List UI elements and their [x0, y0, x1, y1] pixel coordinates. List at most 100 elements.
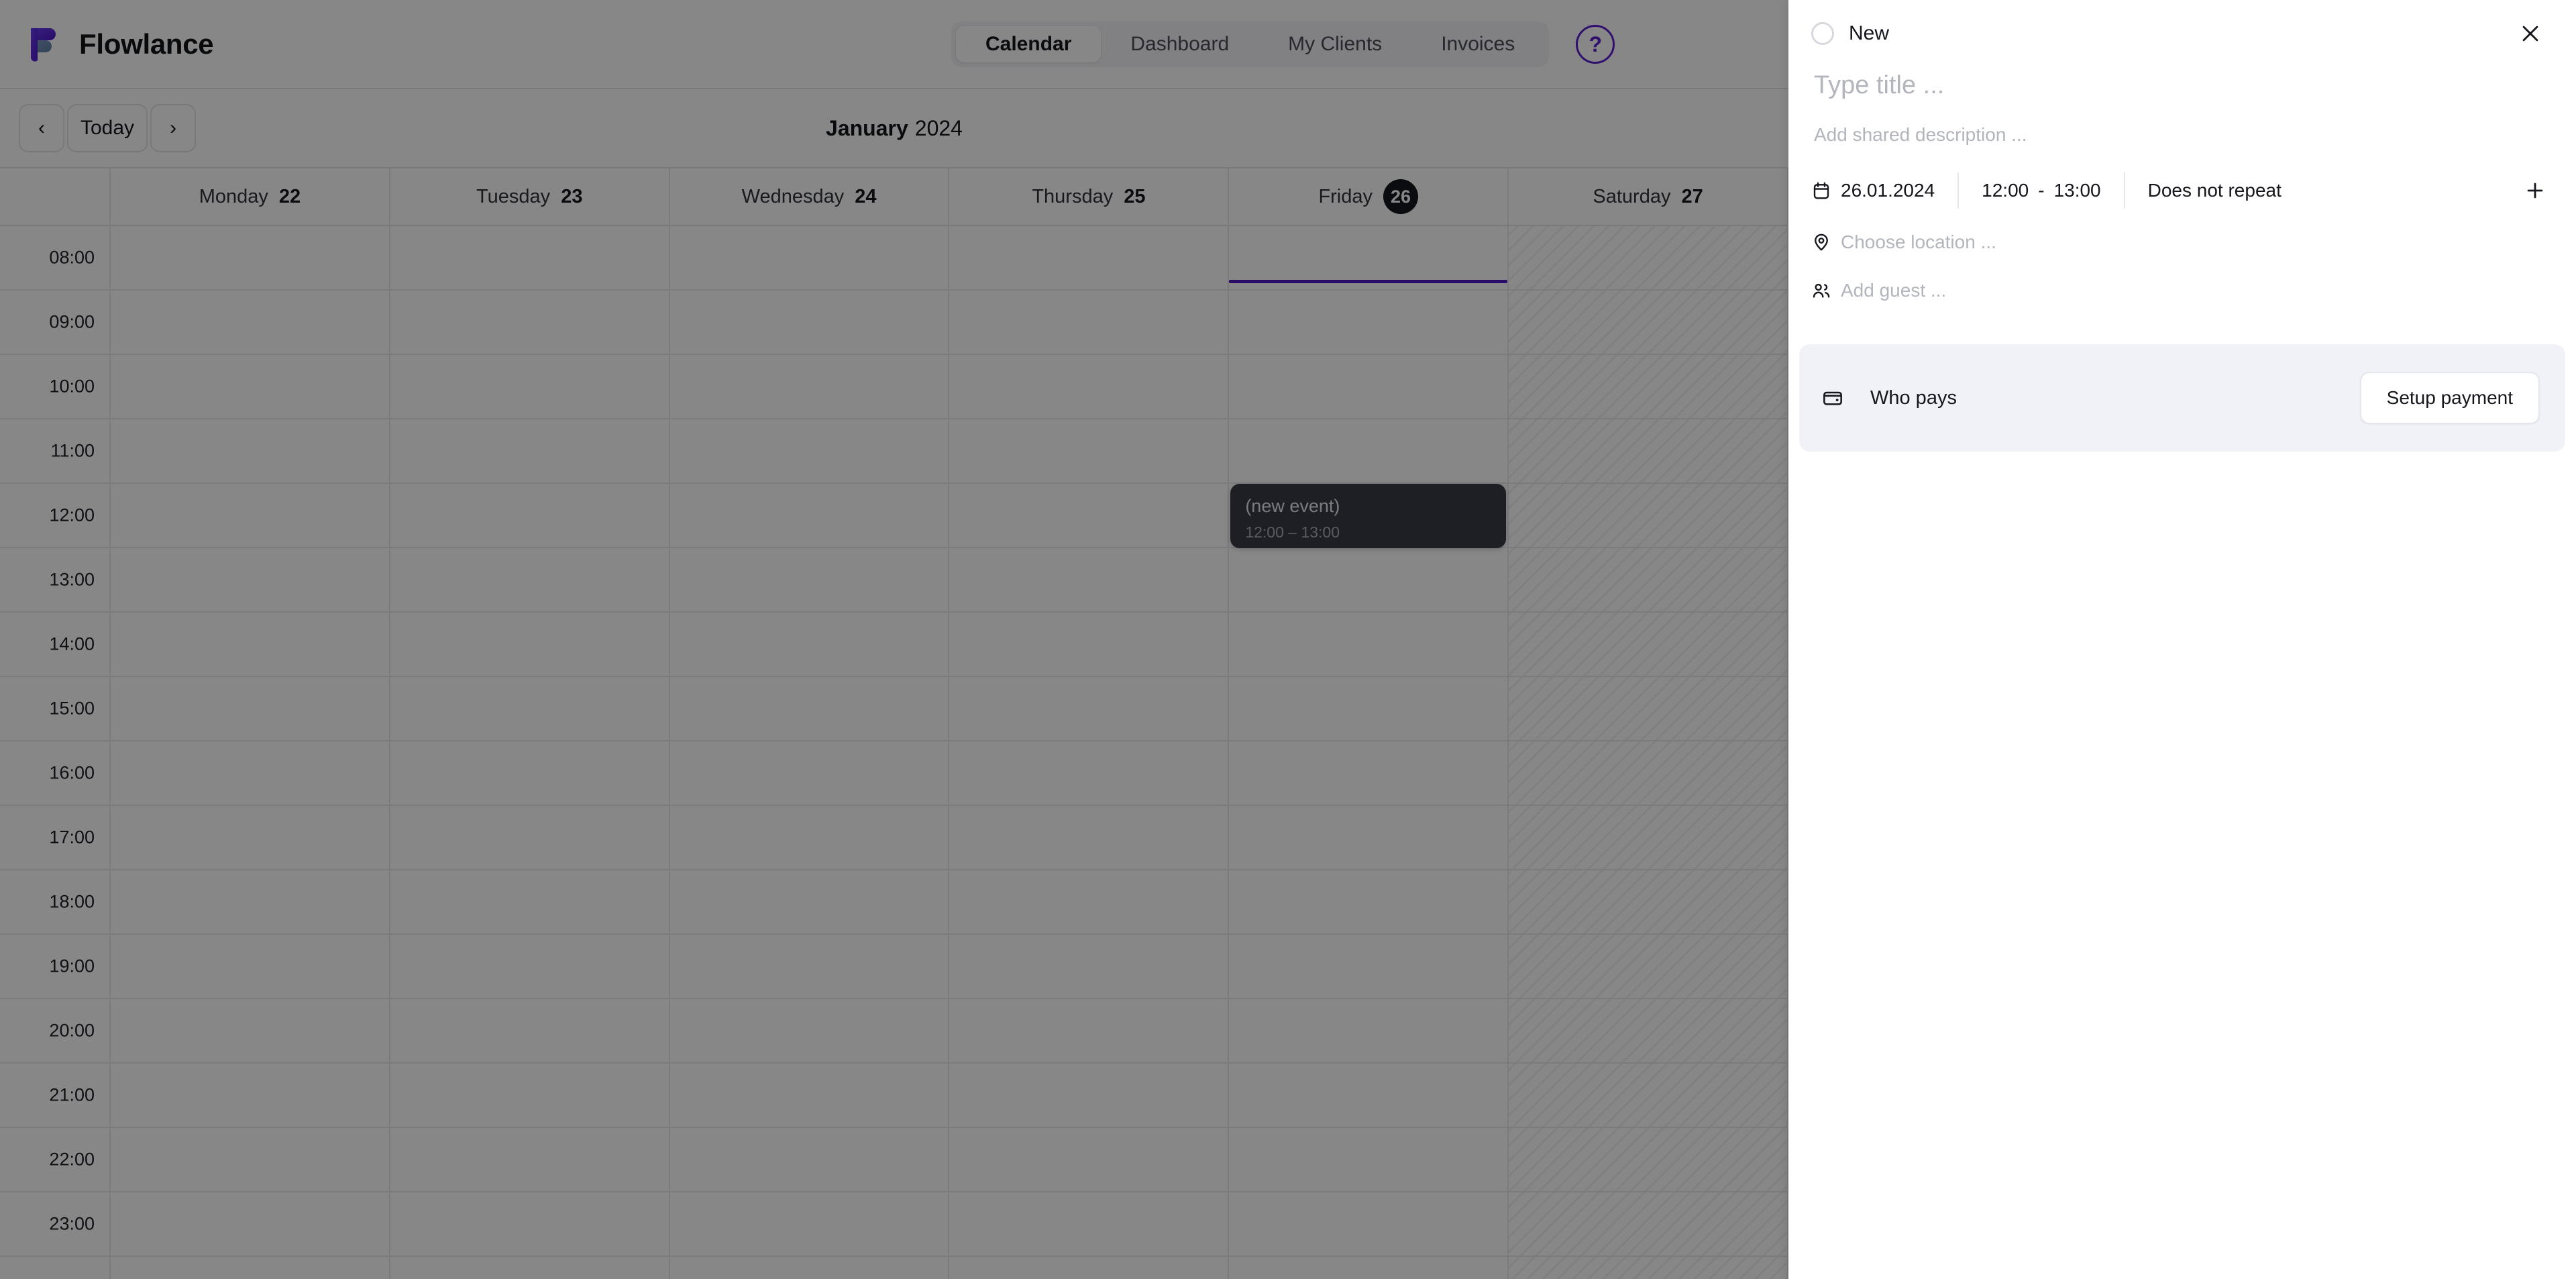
hour-slot[interactable]: [390, 419, 669, 484]
hour-slot[interactable]: [390, 1128, 669, 1192]
hour-slot[interactable]: [390, 999, 669, 1064]
hour-slot[interactable]: [949, 613, 1228, 677]
day-column-saturday[interactable]: [1509, 226, 1788, 1279]
day-column-friday[interactable]: (new event) 12:00 – 13:00: [1229, 226, 1509, 1279]
hour-slot[interactable]: [1229, 1128, 1508, 1192]
hour-slot[interactable]: [390, 870, 669, 935]
event-location-row[interactable]: Choose location ...: [1811, 218, 2553, 266]
hour-slot[interactable]: [390, 355, 669, 419]
hour-slot[interactable]: [669, 870, 949, 935]
hour-slot[interactable]: [669, 677, 949, 741]
tab-invoices[interactable]: Invoices: [1411, 26, 1544, 62]
hour-slot[interactable]: [1509, 677, 1787, 741]
hour-slot[interactable]: [111, 1064, 389, 1128]
hour-slot[interactable]: [111, 291, 389, 355]
hour-slot[interactable]: [949, 741, 1228, 806]
hour-slot[interactable]: [949, 999, 1228, 1064]
hour-slot[interactable]: [669, 1128, 949, 1192]
hour-slot[interactable]: [111, 935, 389, 999]
hour-slot[interactable]: [669, 419, 949, 484]
hour-slot[interactable]: [949, 935, 1228, 999]
hour-slot[interactable]: [1229, 548, 1508, 613]
hour-slot[interactable]: [669, 484, 949, 548]
hour-slot[interactable]: [1229, 355, 1508, 419]
hour-slot[interactable]: [390, 226, 669, 291]
hour-slot[interactable]: [949, 484, 1228, 548]
event-repeat-field[interactable]: Does not repeat: [2148, 176, 2282, 205]
hour-slot[interactable]: [949, 419, 1228, 484]
hour-slot[interactable]: [669, 935, 949, 999]
location-placeholder[interactable]: Choose location ...: [1841, 232, 1996, 253]
hour-slot[interactable]: [949, 806, 1228, 870]
event-time-field[interactable]: 12:00 - 13:00: [1982, 176, 2100, 205]
day-header-thursday[interactable]: Thursday 25: [949, 168, 1230, 225]
hour-slot[interactable]: [1509, 1192, 1787, 1257]
hour-slot[interactable]: [1229, 1192, 1508, 1257]
hour-slot[interactable]: [1229, 935, 1508, 999]
prev-week-button[interactable]: ‹: [19, 104, 64, 152]
help-icon[interactable]: ?: [1576, 25, 1615, 64]
hour-slot[interactable]: [1509, 355, 1787, 419]
hour-slot[interactable]: [1509, 1064, 1787, 1128]
tab-dashboard[interactable]: Dashboard: [1101, 26, 1258, 62]
hour-slot[interactable]: [390, 677, 669, 741]
hour-slot[interactable]: [390, 741, 669, 806]
hour-slot[interactable]: [1509, 226, 1787, 291]
plus-icon[interactable]: [2517, 172, 2553, 209]
hour-slot[interactable]: [111, 999, 389, 1064]
hour-slot[interactable]: [390, 1192, 669, 1257]
hour-slot[interactable]: [390, 291, 669, 355]
hour-slot[interactable]: [111, 870, 389, 935]
event-date-field[interactable]: 26.01.2024: [1841, 176, 1935, 205]
hour-slot[interactable]: [949, 1128, 1228, 1192]
close-icon[interactable]: [2513, 16, 2548, 51]
day-header-saturday[interactable]: Saturday 27: [1509, 168, 1788, 225]
day-column-thursday[interactable]: [949, 226, 1230, 1279]
hour-slot[interactable]: [1229, 291, 1508, 355]
hour-slot[interactable]: [1229, 613, 1508, 677]
hour-slot[interactable]: [669, 613, 949, 677]
hour-slot[interactable]: [1509, 1128, 1787, 1192]
hour-slot[interactable]: [949, 1192, 1228, 1257]
day-header-wednesday[interactable]: Wednesday 24: [670, 168, 950, 225]
hour-slot[interactable]: [669, 1192, 949, 1257]
hour-slot[interactable]: [1229, 741, 1508, 806]
hour-slot[interactable]: [111, 613, 389, 677]
hour-slot[interactable]: [949, 226, 1228, 291]
hour-slot[interactable]: [390, 613, 669, 677]
hour-slot[interactable]: [1229, 806, 1508, 870]
hour-slot[interactable]: [1509, 548, 1787, 613]
hour-slot[interactable]: [1509, 419, 1787, 484]
hour-slot[interactable]: [1509, 870, 1787, 935]
hour-slot[interactable]: [949, 548, 1228, 613]
hour-slot[interactable]: [111, 677, 389, 741]
hour-slot[interactable]: [1229, 999, 1508, 1064]
day-column-tuesday[interactable]: [390, 226, 670, 1279]
guest-placeholder[interactable]: Add guest ...: [1841, 280, 1946, 301]
hour-slot[interactable]: [1229, 419, 1508, 484]
hour-slot[interactable]: [669, 1064, 949, 1128]
tab-calendar[interactable]: Calendar: [956, 26, 1102, 62]
day-column-wednesday[interactable]: [669, 226, 950, 1279]
hour-slot[interactable]: [111, 741, 389, 806]
hour-slot[interactable]: [111, 419, 389, 484]
hour-slot[interactable]: [111, 226, 389, 291]
event-description-input[interactable]: [1811, 120, 2553, 150]
hour-slot[interactable]: [1229, 677, 1508, 741]
hour-slot[interactable]: [1509, 484, 1787, 548]
hour-slot[interactable]: [390, 935, 669, 999]
hour-slot[interactable]: [1509, 291, 1787, 355]
hour-slot[interactable]: [949, 1064, 1228, 1128]
brand[interactable]: Flowlance: [28, 25, 214, 63]
hour-slot[interactable]: [1509, 999, 1787, 1064]
hour-slot[interactable]: [111, 355, 389, 419]
hour-slot[interactable]: [111, 806, 389, 870]
day-header-monday[interactable]: Monday 22: [111, 168, 390, 225]
hour-slot[interactable]: [111, 548, 389, 613]
hour-slot[interactable]: [669, 355, 949, 419]
hour-slot[interactable]: [949, 870, 1228, 935]
hour-slot[interactable]: [949, 677, 1228, 741]
day-column-monday[interactable]: [111, 226, 390, 1279]
hour-slot[interactable]: [1229, 870, 1508, 935]
circle-outline-icon[interactable]: [1811, 22, 1834, 45]
